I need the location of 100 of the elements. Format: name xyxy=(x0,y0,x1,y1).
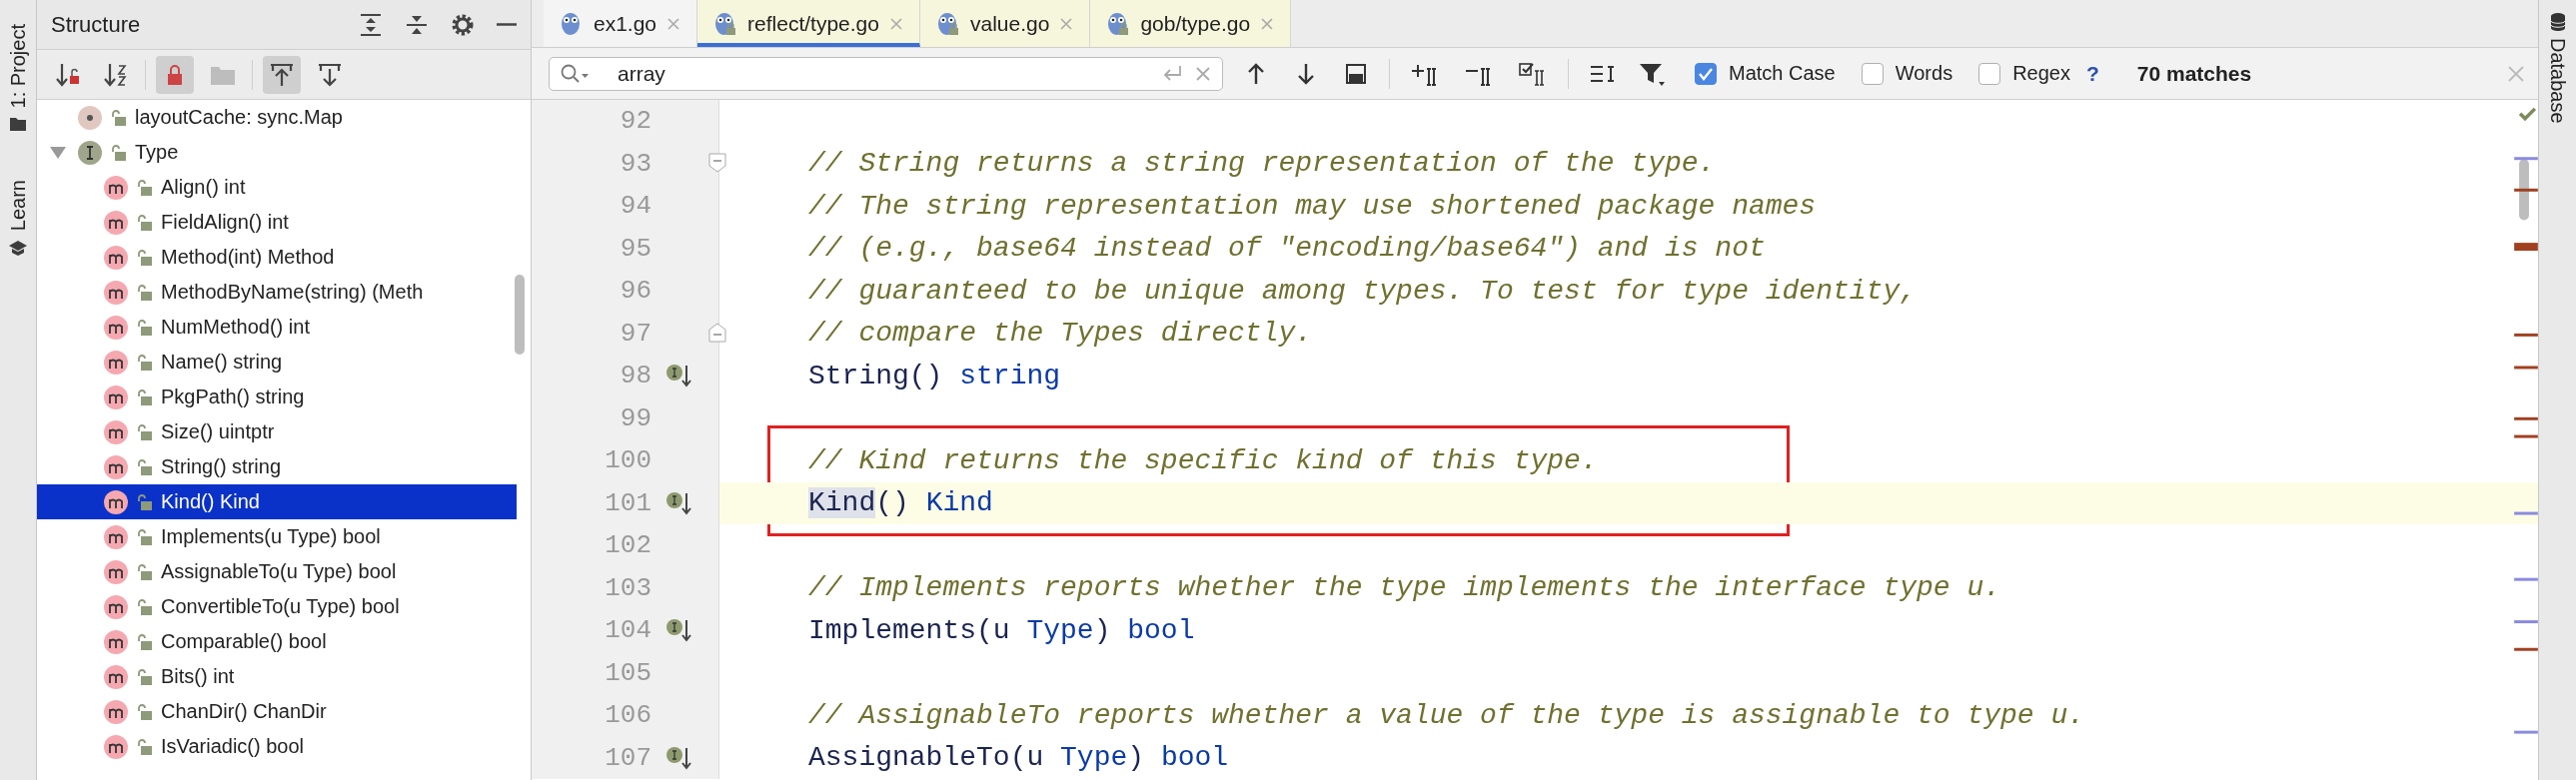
tree-item[interactable]: IsVariadic() bool xyxy=(37,729,517,764)
tree-item[interactable]: Size() uintptr xyxy=(37,414,517,449)
unlocked-icon xyxy=(137,353,153,372)
method-icon xyxy=(103,279,129,306)
code-line: // AssignableTo reports whether a value of the type is assignable to type u. xyxy=(807,698,2085,733)
tool-window-button[interactable]: 1: Project xyxy=(6,20,30,137)
checkbox-option[interactable]: Words xyxy=(1861,62,1953,85)
toolbar-button[interactable] xyxy=(156,55,194,94)
editor-tab[interactable]: gob/type.go xyxy=(1090,0,1292,47)
graduation-cap-icon xyxy=(8,239,28,256)
code-line: // compare the Types directly. xyxy=(807,317,1314,352)
method-icon xyxy=(103,733,129,760)
line-number: 101 xyxy=(604,487,651,518)
fold-marker-icon[interactable] xyxy=(708,152,726,173)
search-input[interactable]: array xyxy=(600,61,1150,86)
folder-icon xyxy=(9,116,27,133)
scroll-from-source-icon xyxy=(269,61,295,88)
code-line: Implements(u Type) bool xyxy=(807,613,1196,648)
code-line: // String returns a string representation of the type. xyxy=(807,147,1717,182)
code-line: // (e.g., base64 instead of "encoding/base64") and is not xyxy=(807,232,1767,267)
toolbar-button[interactable] xyxy=(263,55,301,94)
line-number: 107 xyxy=(604,742,651,773)
match-count: 70 matches xyxy=(2136,61,2253,86)
search-field[interactable]: array xyxy=(549,56,1223,91)
method-icon xyxy=(103,523,129,550)
line-number: 93 xyxy=(619,148,651,179)
method-icon xyxy=(103,314,129,341)
checkbox[interactable] xyxy=(1861,62,1884,85)
code-line: // guaranteed to be unique among types. To test for type identity, xyxy=(807,274,1918,309)
tree-item[interactable]: Implements(u Type) bool xyxy=(37,519,517,554)
fold-marker-icon[interactable] xyxy=(708,322,726,343)
code-line: // Kind returns the specific kind of this type. xyxy=(719,439,2538,482)
help-link[interactable]: ? xyxy=(2085,61,2099,86)
code-line: // The string representation may use shortened package names xyxy=(807,189,1818,224)
tree-item[interactable]: FieldAlign() int xyxy=(37,205,517,240)
method-icon xyxy=(103,418,129,445)
unlocked-icon xyxy=(137,422,153,441)
tree-item[interactable]: Name() string xyxy=(37,345,517,380)
expand-all-icon xyxy=(359,12,383,37)
checkbox-option[interactable]: Match Case xyxy=(1695,62,1836,85)
line-number: 98 xyxy=(619,361,651,391)
code-line: String() string xyxy=(807,359,1062,393)
line-number: 97 xyxy=(619,318,651,349)
unlocked-icon xyxy=(111,143,127,162)
sort-visibility-icon xyxy=(55,61,81,88)
checkbox[interactable] xyxy=(1978,62,2001,85)
line-number: 96 xyxy=(619,276,651,307)
code-line: AssignableTo(u Type) bool xyxy=(807,741,1230,776)
field-icon xyxy=(77,104,103,131)
unlocked-icon xyxy=(137,702,153,721)
checkbox[interactable] xyxy=(1695,62,1717,85)
unlocked-icon xyxy=(137,597,153,616)
editor-tab[interactable]: value.go xyxy=(919,0,1091,47)
method-icon xyxy=(103,628,129,655)
tool-window-button[interactable]: Learn xyxy=(6,176,30,260)
tree-item[interactable]: Comparable() bool xyxy=(37,624,517,659)
unlocked-icon xyxy=(137,248,153,267)
tree-item[interactable]: ConvertibleTo(u Type) bool xyxy=(37,589,517,624)
method-icon xyxy=(103,698,129,725)
locked-gopher-icon xyxy=(713,10,738,37)
line-number: 100 xyxy=(604,445,651,476)
method-icon xyxy=(103,174,129,201)
tool-window-button[interactable]: Database xyxy=(2546,12,2569,124)
method-icon xyxy=(103,209,129,236)
unlocked-icon xyxy=(137,213,153,232)
locked-gopher-icon xyxy=(1106,10,1131,37)
tree-item[interactable]: ChanDir() ChanDir xyxy=(37,694,517,729)
unlocked-icon xyxy=(137,283,153,302)
method-icon xyxy=(103,593,129,620)
checkbox-option[interactable]: Regex xyxy=(1978,62,2070,85)
unlocked-icon xyxy=(137,527,153,546)
method-icon xyxy=(103,349,129,376)
line-number: 104 xyxy=(604,615,651,646)
sort-alphabetically-icon xyxy=(103,61,129,88)
tree-item[interactable]: NumMethod() int xyxy=(37,310,517,345)
method-icon xyxy=(103,488,129,515)
database-icon xyxy=(2548,12,2567,32)
editor-tab[interactable]: reflect/type.go xyxy=(697,0,920,47)
line-number: 92 xyxy=(619,106,651,137)
tree-item[interactable]: layoutCache: sync.Map xyxy=(37,100,517,135)
tree-item[interactable]: Method(int) Method xyxy=(37,240,517,275)
expanded-arrow-icon[interactable] xyxy=(49,145,67,160)
tree-item[interactable]: AssignableTo(u Type) bool xyxy=(37,554,517,589)
editor-tab[interactable]: ex1.go xyxy=(544,0,698,47)
tree-item[interactable]: PkgPath() string xyxy=(37,380,517,414)
scrollbar-thumb[interactable] xyxy=(515,275,525,355)
tree-item[interactable]: Align() int xyxy=(37,170,517,205)
scroll-to-source-icon xyxy=(317,61,343,88)
lock-icon xyxy=(165,63,185,86)
line-number: 103 xyxy=(604,572,651,603)
tree-item[interactable]: Bits() int xyxy=(37,659,517,694)
tree-item[interactable]: MethodByName(string) (Meth xyxy=(37,275,517,310)
unlocked-icon xyxy=(137,492,153,511)
tree-item[interactable]: String() string xyxy=(37,449,517,484)
unlocked-icon xyxy=(137,632,153,651)
tree-item[interactable]: Kind() Kind xyxy=(37,484,517,519)
tree-item[interactable]: Type xyxy=(37,135,517,170)
method-icon xyxy=(103,384,129,410)
method-icon xyxy=(103,663,129,690)
panel-title: Structure xyxy=(51,11,142,38)
